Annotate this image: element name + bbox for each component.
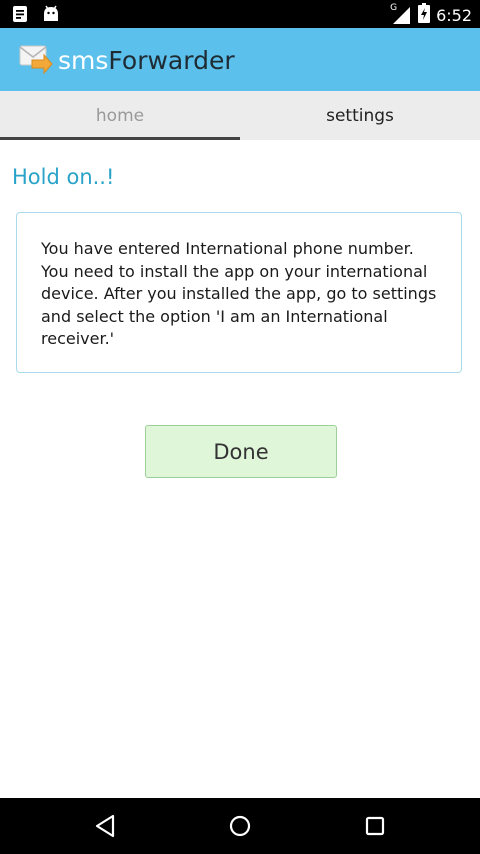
battery-icon <box>418 3 431 27</box>
tab-home[interactable]: home <box>0 91 240 140</box>
message-text: You have entered International phone num… <box>41 239 437 348</box>
status-bar: G 6:52 <box>0 0 480 28</box>
nav-bar <box>0 798 480 854</box>
message-box: You have entered International phone num… <box>16 212 462 373</box>
done-button[interactable]: Done <box>145 425 337 478</box>
back-icon[interactable] <box>92 812 120 840</box>
envelope-arrow-icon <box>18 40 54 80</box>
tab-bar: home settings <box>0 91 480 140</box>
home-icon[interactable] <box>226 812 254 840</box>
notification-doc-icon <box>12 5 28 27</box>
app-title: smsForwarder <box>58 46 235 75</box>
tab-settings[interactable]: settings <box>240 91 480 140</box>
android-icon <box>42 5 60 27</box>
page-heading: Hold on..! <box>12 165 115 189</box>
signal-icon: G <box>390 3 412 25</box>
app-title-brand: sms <box>58 46 109 75</box>
app-title-rest: Forwarder <box>108 46 235 75</box>
status-time: 6:52 <box>436 5 472 25</box>
recents-icon[interactable] <box>361 812 389 840</box>
app-bar: smsForwarder <box>0 28 480 91</box>
tab-indicator <box>0 137 240 140</box>
